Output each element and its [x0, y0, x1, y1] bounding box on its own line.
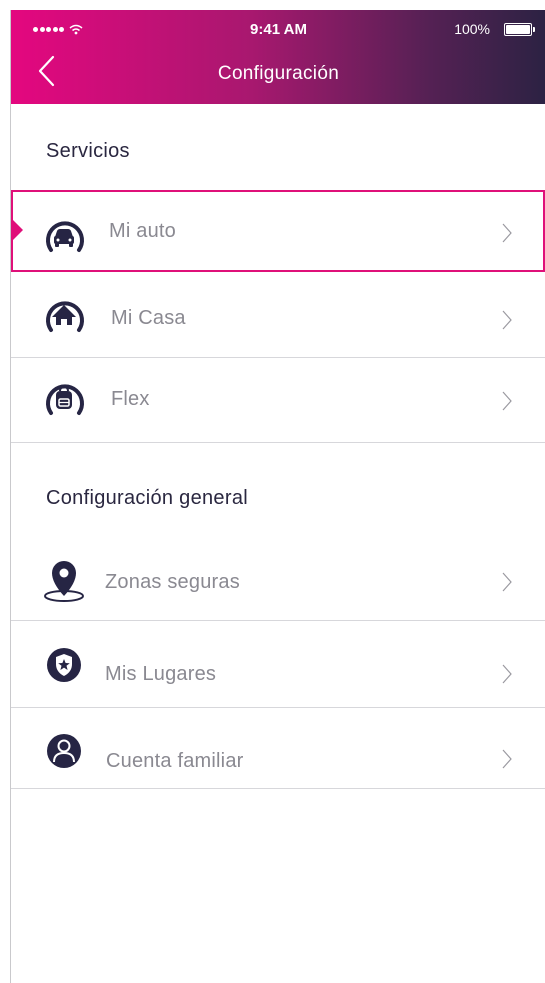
house-icon — [46, 301, 84, 332]
shield-star-icon — [47, 648, 81, 682]
divider — [11, 788, 545, 789]
battery-percent: 100% — [454, 21, 490, 37]
list-item-zonas-seguras[interactable]: Zonas seguras — [11, 540, 545, 620]
list-item-label: Mi Casa — [111, 307, 186, 329]
backpack-icon — [46, 384, 84, 415]
location-pin-icon — [44, 561, 84, 602]
list-item-label: Zonas seguras — [105, 571, 240, 593]
list-item-mis-lugares[interactable]: Mis Lugares — [11, 621, 545, 707]
list-item-cuenta-familiar[interactable]: Cuenta familiar — [11, 708, 545, 788]
user-icon — [47, 734, 81, 768]
selection-pointer-icon — [11, 218, 23, 242]
chevron-right-icon — [502, 749, 512, 769]
chevron-right-icon — [502, 572, 512, 592]
list-item-flex[interactable]: Flex — [11, 358, 545, 442]
chevron-right-icon — [502, 664, 512, 684]
list-item-label: Cuenta familiar — [106, 750, 244, 772]
selected-item-highlight — [11, 190, 545, 272]
status-bar: 9:41 AM 100% — [11, 10, 545, 46]
section-heading-servicios: Servicios — [46, 140, 130, 162]
chevron-right-icon — [502, 310, 512, 330]
section-heading-configuracion-general: Configuración general — [46, 487, 248, 509]
page-title: Configuración — [217, 63, 340, 84]
list-item-mi-casa[interactable]: Mi Casa — [11, 272, 545, 357]
screen: 9:41 AM 100% Configuración Servicios Mi … — [10, 10, 545, 983]
nav-bar: 9:41 AM 100% Configuración — [11, 10, 545, 104]
chevron-right-icon — [502, 391, 512, 411]
list-item-label: Flex — [111, 388, 150, 410]
divider — [11, 442, 545, 443]
list-item-label: Mis Lugares — [105, 663, 217, 685]
battery-icon — [504, 23, 535, 36]
